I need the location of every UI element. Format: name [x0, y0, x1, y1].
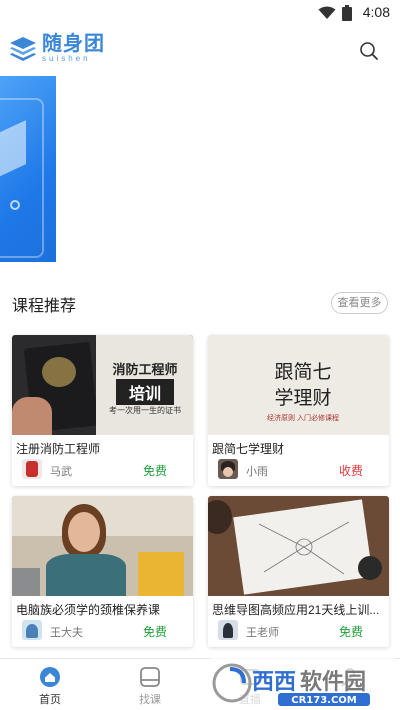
course-card[interactable]: 电脑族必须学的颈椎保养课 王大夫 免费 — [12, 496, 193, 647]
wifi-icon — [318, 6, 336, 19]
home-icon — [40, 667, 60, 687]
teacher-avatar — [22, 459, 42, 479]
search-icon — [360, 42, 378, 60]
teacher-name: 王大夫 — [50, 627, 83, 639]
battery-icon — [342, 5, 352, 21]
price-label: 免费 — [142, 464, 167, 478]
status-icons — [318, 5, 352, 21]
course-thumbnail — [208, 496, 389, 596]
course-thumbnail: 跟简七 学理财 经济原则 入门必修课程 — [208, 335, 389, 435]
svg-text:CR173.COM: CR173.COM — [291, 695, 357, 706]
course-grid: 消防工程师 培训 考一次用一生的证书 注册消防工程师 马武 免费 跟简七 学理财… — [0, 326, 400, 658]
course-title: 注册消防工程师 — [16, 442, 101, 456]
course-thumbnail — [12, 496, 193, 596]
app-logo[interactable]: 随身团 suishen — [8, 34, 105, 63]
status-time: 4:08 — [362, 4, 390, 20]
tab-home[interactable]: 首页 — [10, 659, 90, 710]
teacher-avatar — [22, 620, 42, 640]
course-card[interactable]: 跟简七 学理财 经济原则 入门必修课程 跟简七学理财 小雨 收费 — [208, 335, 389, 486]
course-card[interactable]: 思维导图高频应用21天线上训... 王老师 免费 — [208, 496, 389, 647]
price-label: 收费 — [338, 464, 363, 478]
thumb-line3: 经济原则 入门必修课程 — [267, 415, 339, 422]
search-button[interactable] — [358, 40, 380, 62]
app-header: 随身团 suishen — [0, 26, 400, 76]
thumb-line1: 跟简七 — [274, 361, 332, 383]
price-label: 免费 — [142, 625, 167, 639]
tab-find-course[interactable]: 找课 — [110, 659, 190, 710]
logo-title: 随身团 — [42, 33, 105, 55]
course-thumbnail: 消防工程师 培训 考一次用一生的证书 — [12, 335, 193, 435]
tab-label: 首页 — [39, 694, 61, 706]
teacher-name: 小雨 — [246, 466, 268, 478]
thumb-line3: 考一次用一生的证书 — [109, 406, 181, 415]
book-icon — [140, 667, 160, 687]
thumb-line2: 学理财 — [274, 387, 332, 409]
course-section-header: 课程推荐 查看更多 — [0, 274, 400, 326]
layers-logo-icon — [10, 36, 36, 61]
course-card[interactable]: 消防工程师 培训 考一次用一生的证书 注册消防工程师 马武 免费 — [12, 335, 193, 486]
svg-text:西西: 西西 — [252, 670, 296, 695]
course-title: 思维导图高频应用21天线上训... — [212, 603, 380, 617]
course-title: 电脑族必须学的颈椎保养课 — [16, 603, 161, 617]
logo-subtitle: suishen — [42, 54, 91, 63]
tab-label: 找课 — [139, 694, 161, 706]
thumb-line1: 消防工程师 — [112, 362, 178, 377]
watermark-logo: 西西 软件园 CR173.COM — [200, 656, 400, 710]
banner-dot-graphic — [10, 200, 20, 210]
thumb-line2: 培训 — [116, 379, 174, 405]
banner-slide[interactable] — [0, 76, 56, 262]
teacher-avatar — [218, 620, 238, 640]
svg-text:软件园: 软件园 — [300, 669, 366, 695]
teacher-name: 王老师 — [246, 627, 279, 639]
banner-carousel[interactable] — [0, 76, 400, 274]
teacher-name: 马武 — [50, 466, 72, 478]
teacher-avatar — [218, 459, 238, 479]
status-bar: 4:08 — [0, 0, 400, 26]
price-label: 免费 — [338, 625, 363, 639]
section-title: 课程推荐 — [12, 298, 77, 315]
view-more-button[interactable]: 查看更多 — [331, 292, 388, 314]
course-title: 跟简七学理财 — [212, 442, 285, 456]
